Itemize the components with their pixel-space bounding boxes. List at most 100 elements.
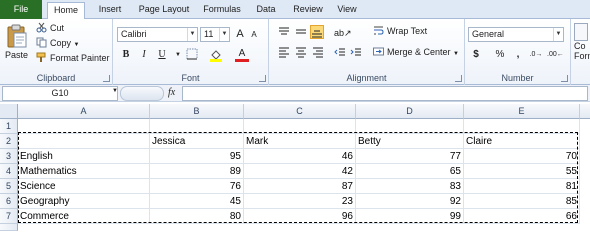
cell-e5[interactable]: 81: [464, 179, 580, 194]
tab-home[interactable]: Home: [47, 2, 85, 20]
cell-e1[interactable]: [464, 119, 580, 134]
cell-d5[interactable]: 83: [356, 179, 464, 194]
cell-b6[interactable]: 45: [150, 194, 244, 209]
orientation-button[interactable]: ab↗: [334, 26, 352, 40]
formula-input[interactable]: [182, 86, 588, 101]
cell-e3[interactable]: 70: [464, 149, 580, 164]
clipboard-launcher-icon[interactable]: [103, 75, 110, 82]
cell-d1[interactable]: [356, 119, 464, 134]
cell-c3[interactable]: 46: [244, 149, 356, 164]
cell-a6[interactable]: Geography: [18, 194, 150, 209]
cell-c5[interactable]: 87: [244, 179, 356, 194]
underline-button[interactable]: U: [155, 48, 169, 62]
cell-a4[interactable]: Mathematics: [18, 164, 150, 179]
alignment-launcher-icon[interactable]: [455, 75, 462, 82]
number-launcher-icon[interactable]: [561, 75, 568, 82]
italic-button[interactable]: I: [137, 48, 151, 62]
column-header-a[interactable]: A: [18, 104, 150, 119]
row-header-3[interactable]: 3: [0, 149, 18, 164]
cell-b1[interactable]: [150, 119, 244, 134]
row-header-4[interactable]: 4: [0, 164, 18, 179]
bold-button[interactable]: B: [119, 48, 133, 62]
font-color-button[interactable]: A: [235, 48, 249, 62]
cell-a1[interactable]: [18, 119, 150, 134]
font-size-select[interactable]: 11 ▼: [200, 27, 230, 42]
insert-function-icon[interactable]: fx: [168, 87, 175, 98]
cell-e2[interactable]: Claire: [464, 134, 580, 149]
cell-b3[interactable]: 95: [150, 149, 244, 164]
tab-insert[interactable]: Insert: [92, 2, 128, 19]
select-all-corner[interactable]: [0, 104, 18, 119]
formula-bar-handle[interactable]: [120, 86, 164, 101]
cell-d6[interactable]: 92: [356, 194, 464, 209]
column-header-e[interactable]: E: [464, 104, 580, 119]
column-header-d[interactable]: D: [356, 104, 464, 119]
increase-decimal-button[interactable]: .0→: [529, 48, 543, 62]
cell-a5[interactable]: Science: [18, 179, 150, 194]
cell-e4[interactable]: 55: [464, 164, 580, 179]
tab-page-layout[interactable]: Page Layout: [136, 2, 192, 19]
align-left-button[interactable]: [277, 46, 291, 60]
row-header-7[interactable]: 7: [0, 209, 18, 224]
font-name-select[interactable]: Calibri ▼: [117, 27, 198, 42]
tab-data[interactable]: Data: [252, 2, 280, 19]
name-box[interactable]: G10: [2, 86, 118, 101]
conditional-formatting-button[interactable]: Co Form: [574, 23, 590, 63]
column-header-c[interactable]: C: [244, 104, 356, 119]
tab-review[interactable]: Review: [290, 2, 326, 19]
decrease-decimal-button[interactable]: .00←: [547, 48, 564, 62]
cell-b5[interactable]: 76: [150, 179, 244, 194]
cell-e7[interactable]: 66: [464, 209, 580, 224]
wrap-text-button[interactable]: Wrap Text: [373, 25, 427, 38]
grow-font-button[interactable]: A: [233, 27, 247, 41]
cell-c4[interactable]: 42: [244, 164, 356, 179]
row-header-8[interactable]: [0, 224, 18, 231]
row-header-1[interactable]: 1: [0, 119, 18, 134]
fill-color-button[interactable]: [209, 48, 223, 62]
cell-a2[interactable]: [18, 134, 150, 149]
column-header-f[interactable]: [580, 104, 590, 119]
cell-a3[interactable]: English: [18, 149, 150, 164]
cell-d4[interactable]: 65: [356, 164, 464, 179]
cell-c2[interactable]: Mark: [244, 134, 356, 149]
cell-d7[interactable]: 99: [356, 209, 464, 224]
tab-formulas[interactable]: Formulas: [200, 2, 244, 19]
cell-b2[interactable]: Jessica: [150, 134, 244, 149]
align-center-button[interactable]: [294, 46, 308, 60]
chevron-down-icon[interactable]: ▼: [112, 88, 118, 94]
cell-c7[interactable]: 96: [244, 209, 356, 224]
percent-button[interactable]: %: [493, 48, 507, 62]
paste-icon[interactable]: [6, 23, 28, 49]
row-header-6[interactable]: 6: [0, 194, 18, 209]
merge-center-button[interactable]: Merge & Center ▼: [373, 46, 459, 59]
chevron-down-icon[interactable]: ▼: [171, 48, 185, 62]
paste-button[interactable]: Paste: [5, 50, 28, 60]
cell-c1[interactable]: [244, 119, 356, 134]
tab-view[interactable]: View: [335, 2, 359, 19]
shrink-font-button[interactable]: A: [247, 28, 261, 42]
font-launcher-icon[interactable]: [259, 75, 266, 82]
copy-button[interactable]: Copy ▼: [36, 37, 79, 50]
align-middle-button[interactable]: [294, 26, 308, 40]
borders-button[interactable]: [185, 48, 199, 62]
cut-button[interactable]: Cut: [36, 22, 64, 35]
cell-b4[interactable]: 89: [150, 164, 244, 179]
cell-d3[interactable]: 77: [356, 149, 464, 164]
cell-e6[interactable]: 85: [464, 194, 580, 209]
align-right-button[interactable]: [311, 46, 325, 60]
decrease-indent-button[interactable]: [333, 46, 347, 60]
increase-indent-button[interactable]: [349, 46, 363, 60]
format-painter-button[interactable]: Format Painter: [36, 52, 110, 65]
cell-d2[interactable]: Betty: [356, 134, 464, 149]
tab-file[interactable]: File: [0, 0, 42, 19]
currency-button[interactable]: $: [469, 48, 483, 62]
align-top-button[interactable]: [277, 26, 291, 40]
align-bottom-button[interactable]: [310, 25, 324, 39]
row-header-5[interactable]: 5: [0, 179, 18, 194]
number-format-select[interactable]: General ▼: [468, 27, 564, 42]
cell-a7[interactable]: Commerce: [18, 209, 150, 224]
column-header-b[interactable]: B: [150, 104, 244, 119]
worksheet-grid[interactable]: A B C D E 1 2 3 4 5 6 7 Jessica Mark Bet…: [0, 104, 590, 231]
cell-c6[interactable]: 23: [244, 194, 356, 209]
row-header-2[interactable]: 2: [0, 134, 18, 149]
